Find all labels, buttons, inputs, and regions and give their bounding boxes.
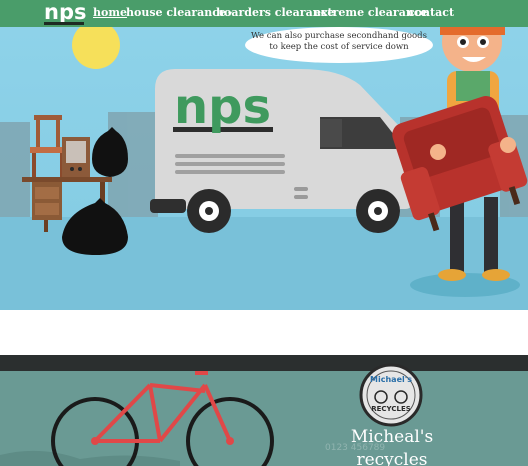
- section-title-line-2: recycles: [356, 450, 428, 466]
- badge-top-text: Michael's: [370, 375, 412, 384]
- bubble-line-1: We can also purchase secondhand goods: [251, 31, 427, 41]
- sun-icon: [72, 27, 120, 69]
- badge-bottom-text: RECYCLES: [371, 405, 411, 413]
- nav-contact-link[interactable]: contact: [408, 6, 454, 20]
- site-logo[interactable]: nps: [44, 0, 86, 24]
- logo-underline: [44, 22, 84, 25]
- hero-illustration: nps: [0, 27, 528, 310]
- van-logo-text: nps: [174, 79, 271, 135]
- bubble-line-2: to keep the cost of service down: [269, 42, 409, 52]
- hero-banner: nps We can also purchase secondhand good…: [0, 0, 528, 310]
- nav-home-link[interactable]: home: [93, 6, 127, 20]
- speech-bubble-text: We can also purchase secondhand goods to…: [245, 31, 433, 53]
- recycles-section: Michael's RECYCLES 0123 456789 Micheal's…: [0, 355, 528, 466]
- top-nav-bar: nps home house clearance ▾ hoarders clear…: [0, 0, 528, 27]
- bicycle-illustration: Michael's RECYCLES: [0, 363, 528, 466]
- section-title-line-1: Micheal's: [350, 427, 434, 447]
- nav-house-clearance-label: house clearance: [126, 6, 226, 19]
